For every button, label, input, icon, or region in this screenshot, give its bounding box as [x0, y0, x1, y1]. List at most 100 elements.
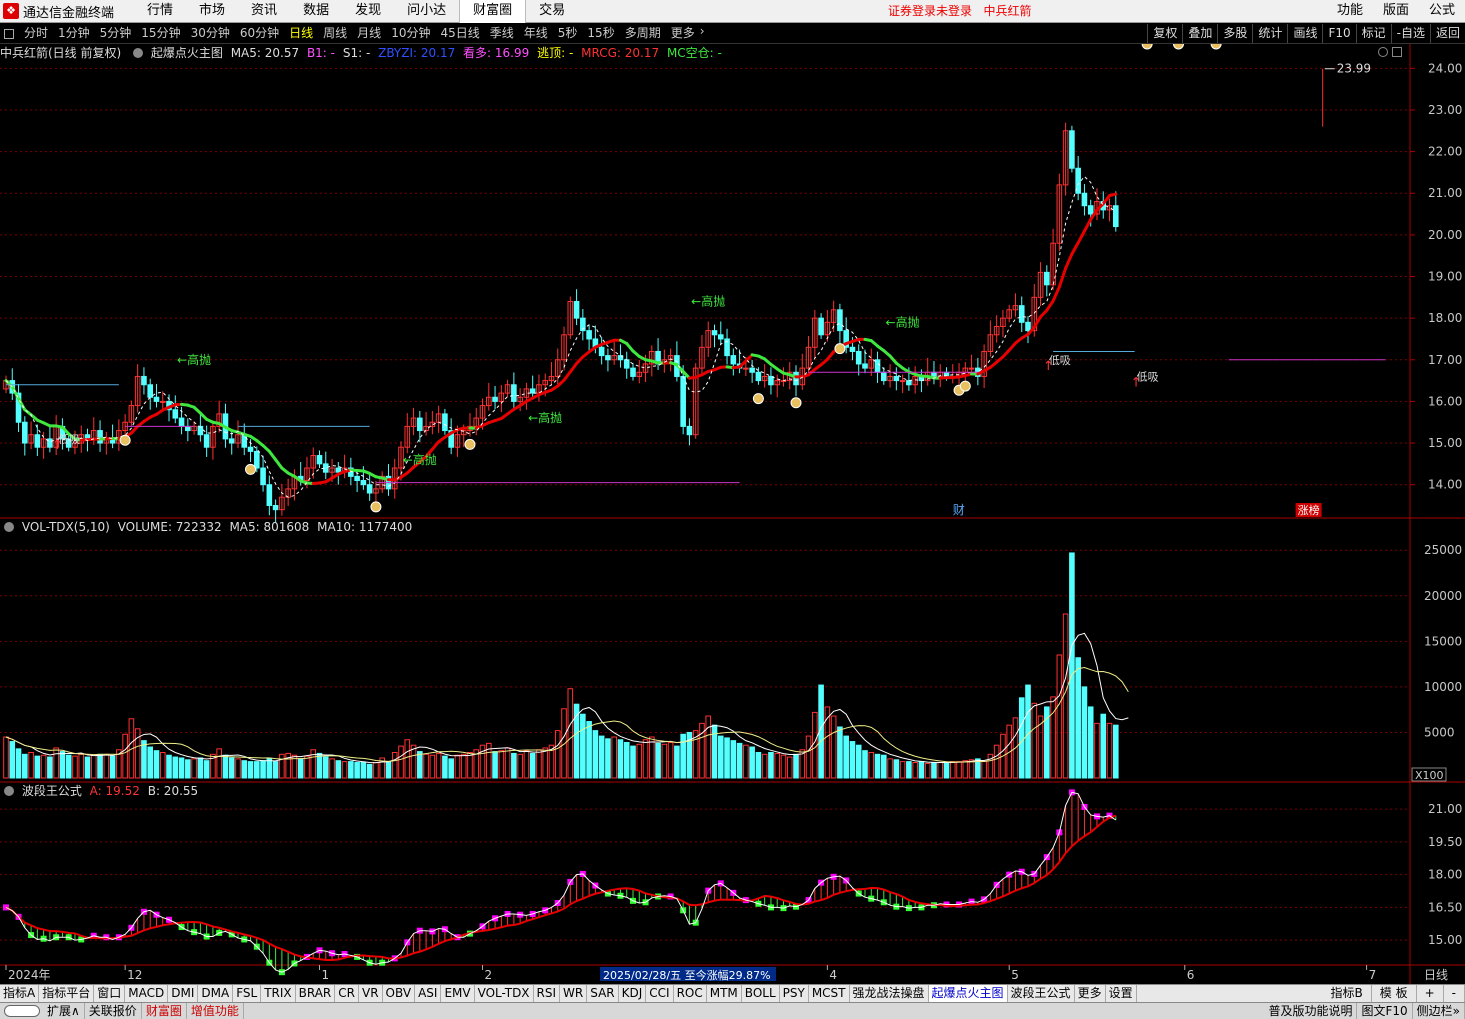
period-tab[interactable]: 周线 [318, 24, 352, 43]
menu-item[interactable]: 行情 [134, 0, 186, 23]
chart-grid [0, 44, 1465, 984]
indicator-tab[interactable]: RSI [534, 985, 561, 1002]
login-notice[interactable]: 证券登录未登录 中兵红箭 [888, 0, 1031, 22]
indicator-tab[interactable]: CR [335, 985, 359, 1002]
indicator-tab[interactable]: DMI [168, 985, 199, 1002]
money-bag-icon [1210, 44, 1222, 50]
indicator-tab[interactable]: 窗口 [94, 985, 126, 1002]
chart-tool-button[interactable]: F10 [1322, 24, 1355, 43]
chart-tool-button[interactable]: 多股 [1217, 24, 1252, 43]
period-tab[interactable]: 5秒 [553, 24, 583, 43]
period-tab[interactable]: 年线 [519, 24, 553, 43]
right-menu-item[interactable]: 版面 [1373, 0, 1419, 22]
chart-tool-button[interactable]: 叠加 [1182, 24, 1217, 43]
period-tab[interactable]: 多周期 [620, 24, 666, 43]
menu-item[interactable]: 交易 [526, 0, 578, 23]
bottom-tab[interactable]: 扩展∧ [43, 1003, 85, 1019]
period-tab[interactable]: 更多 [666, 24, 700, 43]
indicator-tab[interactable]: PSY [780, 985, 809, 1002]
bottom-tab[interactable]: 增值功能 [187, 1003, 244, 1019]
chart-tool-button[interactable]: -自选 [1390, 24, 1430, 43]
indicator-tab[interactable]: WR [560, 985, 588, 1002]
indicator-tab[interactable]: MCST [809, 985, 850, 1002]
menu-item[interactable]: 发现 [342, 0, 394, 23]
indicator-tab[interactable]: 强龙战法操盘 [850, 985, 929, 1002]
chart-tool-button[interactable]: 返回 [1429, 24, 1465, 43]
indicator-tab[interactable]: 指标A [0, 985, 40, 1002]
bottom-right-link[interactable]: 普及版功能说明 [1264, 1003, 1358, 1019]
indicator-tab[interactable]: VR [359, 985, 383, 1002]
price-axis-label: 21.00 [1428, 186, 1462, 200]
indicator-tab[interactable]: DMA [198, 985, 234, 1002]
period-tab[interactable]: 10分钟 [386, 24, 435, 43]
chart-tool-button[interactable]: 标记 [1355, 24, 1391, 43]
right-menu-item[interactable]: 功能 [1327, 0, 1373, 22]
indicator-tab[interactable]: OBV [383, 985, 416, 1002]
volume-bar [511, 752, 517, 779]
indicator-tab[interactable]: MTM [707, 985, 742, 1002]
date-label: 12 [127, 968, 142, 982]
indicator-tab[interactable]: FSL [233, 985, 262, 1002]
chevron-right-icon[interactable]: › [700, 24, 705, 43]
price-axis-label: 15.00 [1428, 436, 1462, 450]
period-tab[interactable]: 15秒 [582, 24, 619, 43]
bottom-right-link[interactable]: 侧边栏» [1413, 1003, 1465, 1019]
indicator-tab[interactable]: EMV [441, 985, 475, 1002]
chart-tool-button[interactable]: 画线 [1287, 24, 1322, 43]
indicator-tab-right-item[interactable]: + [1417, 985, 1444, 1002]
menu-item[interactable]: 市场 [186, 0, 238, 23]
indicator-tab[interactable]: ROC [674, 985, 707, 1002]
volume-bar [780, 754, 787, 779]
indicator-tab[interactable]: MACD [125, 985, 169, 1002]
volume-bar [924, 762, 931, 779]
indicator-tab[interactable]: TRIX [261, 985, 296, 1002]
indicator-tab[interactable]: BRAR [296, 985, 336, 1002]
candle-body [153, 396, 160, 402]
indicator-tab[interactable]: BOLL [742, 985, 780, 1002]
volume-bar [72, 755, 78, 779]
period-tab[interactable]: 日线 [284, 24, 318, 43]
indicator-tab[interactable]: CCI [646, 985, 674, 1002]
right-menu-item[interactable]: 公式 [1419, 0, 1465, 22]
indicator-tab[interactable]: 波段王公式 [1008, 985, 1075, 1002]
chart-tool-button[interactable]: 复权 [1147, 24, 1182, 43]
bottom-right-link[interactable]: 图文F10 [1357, 1003, 1413, 1019]
toggle-switch[interactable] [4, 1005, 40, 1017]
indicator-tab[interactable]: 更多 [1075, 985, 1106, 1002]
volume-bar [59, 751, 66, 779]
period-tab[interactable]: 月线 [352, 24, 386, 43]
period-tab[interactable]: 45日线 [435, 24, 484, 43]
chart-tool-button[interactable]: 统计 [1252, 24, 1287, 43]
period-tab[interactable]: 30分钟 [186, 24, 235, 43]
indicator-tab[interactable]: ASI [415, 985, 442, 1002]
indicator-tab[interactable]: 设置 [1106, 985, 1137, 1002]
period-tab[interactable]: 60分钟 [235, 24, 284, 43]
indicator-tab-right-item[interactable]: 模 板 [1372, 985, 1417, 1002]
period-tabs: 分时 1分钟 5分钟 15分钟 30分钟 60分钟 日线 周线 月线 10分钟 45日线 季线 年线 5秒… [19, 24, 705, 43]
indicator-tab-right-item[interactable]: - [1444, 985, 1465, 1002]
volume-bar [630, 745, 636, 779]
menu-item[interactable]: 问小达 [394, 0, 459, 23]
stock-chart[interactable]: ←高抛←高抛←高抛←高抛←高抛低吸↑低吸↑低吸↑财 涨榜 24.0023.0022… [0, 44, 1465, 984]
candle-body [97, 430, 103, 444]
indicator-tab[interactable]: KDJ [619, 985, 647, 1002]
period-tab[interactable]: 5分钟 [95, 24, 137, 43]
login-status[interactable]: 证券登录未登录 [888, 4, 972, 18]
period-tab[interactable]: 15分钟 [136, 24, 185, 43]
period-tab[interactable]: 1分钟 [53, 24, 95, 43]
bottom-tab[interactable]: 关联报价 [85, 1003, 142, 1019]
candle-body [862, 363, 868, 369]
period-tab[interactable]: 分时 [19, 24, 53, 43]
menu-item[interactable]: 资讯 [238, 0, 290, 23]
volume-bar [918, 761, 925, 779]
indicator-tab[interactable]: SAR [587, 985, 619, 1002]
indicator-tab-right-item[interactable]: 指标B [1323, 985, 1372, 1002]
period-tab[interactable]: 季线 [485, 24, 519, 43]
indicator-tab[interactable]: 起爆点火主图 [928, 985, 1008, 1002]
menu-item[interactable]: 财富圈 [459, 0, 527, 23]
panel-toggle-icon[interactable] [4, 28, 14, 39]
bottom-tab[interactable]: 财富圈 [142, 1003, 187, 1019]
indicator-tab[interactable]: 指标平台 [39, 985, 95, 1002]
menu-item[interactable]: 数据 [290, 0, 342, 23]
indicator-tab[interactable]: VOL-TDX [475, 985, 534, 1002]
